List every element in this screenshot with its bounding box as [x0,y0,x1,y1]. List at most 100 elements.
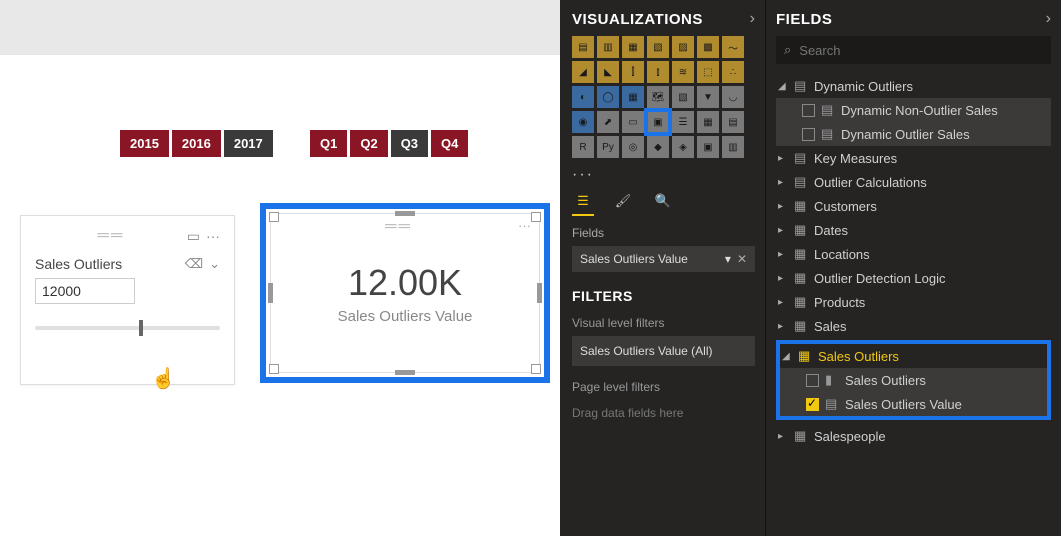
focus-mode-icon[interactable]: ▭ [187,228,200,245]
visual-filter-item[interactable]: Sales Outliers Value (All) [572,336,755,366]
card-visual[interactable]: ══ ··· 12.00K Sales Outliers Value [270,213,540,373]
field-dynamic-outlier-sales[interactable]: ▤ Dynamic Outlier Sales [776,122,1051,146]
report-canvas[interactable]: 2015 2016 2017 Q1 Q2 Q3 Q4 ══ ▭ ··· Sale… [0,0,560,536]
fields-search[interactable]: ⌕ [776,36,1051,64]
slicer-value-input[interactable] [35,278,135,304]
drag-grip-icon[interactable]: ══ [98,227,125,245]
field-sales-outliers-value[interactable]: ▤ Sales Outliers Value [780,392,1047,416]
table-customers[interactable]: ▸▦ Customers [776,194,1051,218]
table-locations[interactable]: ▸▦ Locations [776,242,1051,266]
viz-matrix-icon[interactable]: ▤ [722,111,744,133]
viz-table-icon[interactable]: ▦ [697,111,719,133]
resize-handle[interactable] [269,364,279,374]
more-visuals-icon[interactable]: ··· [572,166,755,184]
checkbox[interactable] [806,374,819,387]
viz-multirow-icon[interactable]: ☰ [672,111,694,133]
viz-stacked-column-icon[interactable]: ▥ [597,36,619,58]
quarter-pill-q4[interactable]: Q4 [431,130,468,157]
viz-gauge-icon[interactable]: ◡ [722,86,744,108]
slicer-slider[interactable] [35,326,220,330]
viz-clustered-column-icon[interactable]: ▧ [647,36,669,58]
table-sales-outliers[interactable]: ◢▦ Sales Outliers [780,344,1047,368]
resize-handle[interactable] [395,211,415,216]
checkbox[interactable] [802,104,815,117]
viz-clustered-bar-icon[interactable]: ▦ [622,36,644,58]
field-well-item[interactable]: Sales Outliers Value ▾ ✕ [572,246,755,272]
year-pill-2016[interactable]: 2016 [172,130,221,157]
table-dynamic-outliers[interactable]: ◢▤ Dynamic Outliers [776,74,1051,98]
checkbox-checked[interactable] [806,398,819,411]
more-options-icon[interactable]: ··· [206,228,220,245]
viz-card-icon[interactable]: ▣ [647,111,669,133]
viz-arcgis-icon[interactable]: ◎ [622,136,644,158]
viz-r-icon[interactable]: R [572,136,594,158]
chevron-down-icon[interactable]: ▾ [725,252,731,266]
drag-grip-icon[interactable]: ══ [385,218,412,236]
search-icon: ⌕ [784,42,791,58]
tab-fields-icon[interactable]: ☰ [572,190,594,212]
table-sales[interactable]: ▸▦ Sales [776,314,1051,338]
viz-area-icon[interactable]: ◢ [572,61,594,83]
resize-handle[interactable] [269,212,279,222]
resize-handle[interactable] [395,370,415,375]
field-dynamic-non-outlier-sales[interactable]: ▤ Dynamic Non-Outlier Sales [776,98,1051,122]
viz-100-bar-icon[interactable]: ▨ [672,36,694,58]
table-products[interactable]: ▸▦ Products [776,290,1051,314]
tab-analytics-icon[interactable]: 🔍 [652,190,674,212]
year-slicer[interactable]: 2015 2016 2017 [120,130,273,157]
viz-line-column-icon[interactable]: ⫿ [622,61,644,83]
viz-stacked-bar-icon[interactable]: ▤ [572,36,594,58]
viz-filled-map-icon[interactable]: ▧ [672,86,694,108]
resize-handle[interactable] [531,364,541,374]
table-key-measures[interactable]: ▸▤ Key Measures [776,146,1051,170]
search-input[interactable] [799,43,1043,58]
viz-esri-icon[interactable]: ◉ [572,111,594,133]
quarter-slicer[interactable]: Q1 Q2 Q3 Q4 [310,130,468,157]
card-visual-highlight: ══ ··· 12.00K Sales Outliers Value [260,203,550,383]
viz-donut-icon[interactable]: ◯ [597,86,619,108]
quarter-pill-q1[interactable]: Q1 [310,130,347,157]
field-sales-outliers[interactable]: ▮ Sales Outliers [780,368,1047,392]
table-label: Sales [814,319,847,334]
viz-line-clustered-icon[interactable]: ⫾ [647,61,669,83]
viz-custom2-icon[interactable]: ▥ [722,136,744,158]
viz-keyinf-icon[interactable]: ◈ [672,136,694,158]
viz-stacked-area-icon[interactable]: ◣ [597,61,619,83]
tab-format-icon[interactable]: 🖌 [612,190,634,212]
table-salespeople[interactable]: ▸▦ Salespeople [776,424,1051,448]
collapse-icon[interactable]: › [750,10,755,28]
checkbox[interactable] [802,128,815,141]
year-pill-2015[interactable]: 2015 [120,130,169,157]
resize-handle[interactable] [531,212,541,222]
quarter-pill-q2[interactable]: Q2 [350,130,387,157]
viz-kpi-icon[interactable]: ⬈ [597,111,619,133]
viz-ribbon-icon[interactable]: ≋ [672,61,694,83]
slider-thumb[interactable] [139,320,143,336]
viz-100-column-icon[interactable]: ▩ [697,36,719,58]
viz-scatter-icon[interactable]: ∴ [722,61,744,83]
viz-custom1-icon[interactable]: ▣ [697,136,719,158]
page-filters-dropzone[interactable]: Drag data fields here [572,406,755,420]
sales-outliers-slicer[interactable]: ══ ▭ ··· Sales Outliers ⌫ ⌄ ☝ [20,215,235,385]
viz-treemap-icon[interactable]: ▦ [622,86,644,108]
table-outlier-calculations[interactable]: ▸▤ Outlier Calculations [776,170,1051,194]
viz-funnel-icon[interactable]: ▼ [697,86,719,108]
viz-waterfall-icon[interactable]: ⬚ [697,61,719,83]
quarter-pill-q3[interactable]: Q3 [391,130,428,157]
collapse-icon[interactable]: › [1046,10,1051,28]
more-options-icon[interactable]: ··· [518,218,531,236]
viz-slicer-icon[interactable]: ▭ [622,111,644,133]
year-pill-2017[interactable]: 2017 [224,130,273,157]
chevron-down-icon[interactable]: ⌄ [209,256,220,272]
remove-field-icon[interactable]: ✕ [737,252,747,266]
eraser-icon[interactable]: ⌫ [185,256,203,272]
viz-map-icon[interactable]: 🗺 [647,86,669,108]
resize-handle[interactable] [537,283,542,303]
viz-powerapps-icon[interactable]: ◆ [647,136,669,158]
resize-handle[interactable] [268,283,273,303]
table-outlier-detection-logic[interactable]: ▸▦ Outlier Detection Logic [776,266,1051,290]
viz-line-icon[interactable]: ～ [722,36,744,58]
viz-py-icon[interactable]: Py [597,136,619,158]
viz-pie-icon[interactable]: ◐ [572,86,594,108]
table-dates[interactable]: ▸▦ Dates [776,218,1051,242]
